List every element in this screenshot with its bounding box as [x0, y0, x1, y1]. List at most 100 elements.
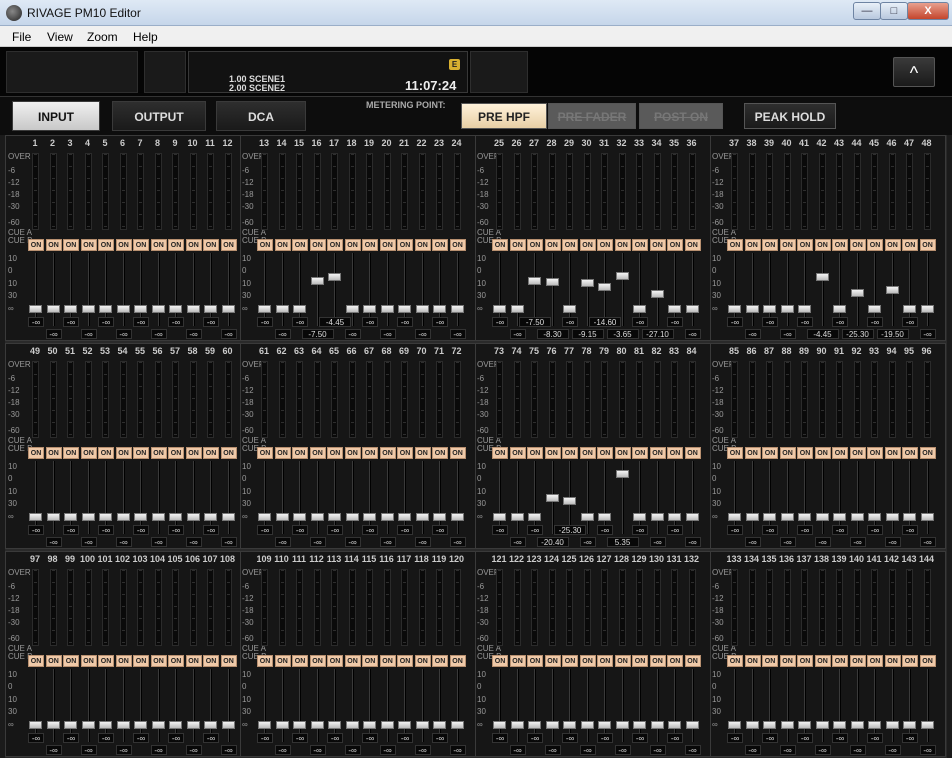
fader-knob[interactable]: [293, 513, 306, 521]
on-button[interactable]: ON: [185, 239, 202, 251]
on-button[interactable]: ON: [492, 447, 508, 459]
on-button[interactable]: ON: [562, 447, 578, 459]
on-button[interactable]: ON: [902, 655, 918, 667]
tab-dca[interactable]: DCA: [216, 101, 306, 131]
fader-knob[interactable]: [745, 721, 759, 729]
fader-knob[interactable]: [850, 513, 864, 521]
on-button[interactable]: ON: [492, 655, 508, 667]
on-button[interactable]: ON: [362, 655, 378, 667]
on-button[interactable]: ON: [432, 239, 448, 251]
on-button[interactable]: ON: [544, 447, 561, 459]
on-button[interactable]: ON: [133, 447, 149, 459]
on-button[interactable]: ON: [133, 655, 149, 667]
fader-knob[interactable]: [186, 513, 200, 521]
fader-knob[interactable]: [745, 305, 759, 313]
on-button[interactable]: ON: [814, 447, 831, 459]
fader-knob[interactable]: [868, 513, 881, 521]
on-button[interactable]: ON: [98, 655, 114, 667]
fader-knob[interactable]: [134, 513, 147, 521]
fader-knob[interactable]: [345, 721, 359, 729]
on-button[interactable]: ON: [884, 447, 901, 459]
fader-knob[interactable]: [415, 721, 429, 729]
peak-hold-button[interactable]: PEAK HOLD: [744, 103, 836, 129]
fader-knob[interactable]: [728, 305, 741, 313]
on-button[interactable]: ON: [814, 239, 831, 251]
fader-knob[interactable]: [545, 721, 559, 729]
fader-knob[interactable]: [885, 721, 899, 729]
on-button[interactable]: ON: [203, 447, 219, 459]
fader-knob[interactable]: [763, 305, 776, 313]
fader-knob[interactable]: [134, 305, 147, 313]
fader-knob[interactable]: [221, 305, 235, 313]
on-button[interactable]: ON: [727, 655, 743, 667]
on-button[interactable]: ON: [579, 655, 596, 667]
fader-knob[interactable]: [328, 721, 341, 729]
on-button[interactable]: ON: [597, 447, 613, 459]
post-on-button[interactable]: POST ON: [639, 103, 723, 129]
on-button[interactable]: ON: [98, 239, 114, 251]
fader-knob[interactable]: [116, 513, 130, 521]
on-button[interactable]: ON: [562, 239, 578, 251]
on-button[interactable]: ON: [867, 655, 883, 667]
on-button[interactable]: ON: [449, 655, 466, 667]
on-button[interactable]: ON: [414, 655, 431, 667]
on-button[interactable]: ON: [327, 655, 343, 667]
fader-knob[interactable]: [415, 513, 429, 521]
fader-knob[interactable]: [81, 721, 95, 729]
on-button[interactable]: ON: [80, 655, 97, 667]
pre-fader-button[interactable]: PRE FADER: [548, 103, 636, 129]
on-button[interactable]: ON: [797, 655, 813, 667]
fader-knob[interactable]: [850, 289, 864, 298]
fader-knob[interactable]: [433, 305, 446, 313]
on-button[interactable]: ON: [649, 239, 666, 251]
maximize-button[interactable]: □: [880, 2, 908, 20]
on-button[interactable]: ON: [80, 447, 97, 459]
on-button[interactable]: ON: [544, 655, 561, 667]
fader-knob[interactable]: [345, 513, 359, 521]
on-button[interactable]: ON: [762, 447, 778, 459]
on-button[interactable]: ON: [667, 447, 683, 459]
fader-knob[interactable]: [798, 721, 811, 729]
on-button[interactable]: ON: [115, 655, 132, 667]
on-button[interactable]: ON: [779, 239, 796, 251]
fader-knob[interactable]: [186, 721, 200, 729]
on-button[interactable]: ON: [203, 239, 219, 251]
fader-knob[interactable]: [169, 305, 182, 313]
menu-help[interactable]: Help: [133, 30, 158, 44]
fader-knob[interactable]: [134, 721, 147, 729]
on-button[interactable]: ON: [902, 239, 918, 251]
fader-knob[interactable]: [920, 305, 934, 313]
on-button[interactable]: ON: [344, 447, 361, 459]
on-button[interactable]: ON: [344, 239, 361, 251]
menu-file[interactable]: File: [12, 30, 31, 44]
close-button[interactable]: X: [907, 2, 949, 20]
on-button[interactable]: ON: [902, 447, 918, 459]
fader-knob[interactable]: [258, 305, 271, 313]
fader-knob[interactable]: [221, 513, 235, 521]
on-button[interactable]: ON: [274, 447, 291, 459]
fader-knob[interactable]: [528, 277, 541, 285]
scene-display[interactable]: E 1.00 SCENE1 2.00 SCENE2 11:07:24: [188, 51, 468, 93]
on-button[interactable]: ON: [832, 239, 848, 251]
fader-knob[interactable]: [633, 305, 646, 313]
fader-knob[interactable]: [685, 305, 699, 313]
fader-knob[interactable]: [398, 513, 411, 521]
fader-knob[interactable]: [728, 721, 741, 729]
fader-knob[interactable]: [186, 305, 200, 313]
on-button[interactable]: ON: [849, 655, 866, 667]
fader-knob[interactable]: [798, 513, 811, 521]
on-button[interactable]: ON: [292, 239, 308, 251]
fader-knob[interactable]: [868, 721, 881, 729]
fader-knob[interactable]: [258, 721, 271, 729]
fader-knob[interactable]: [780, 721, 794, 729]
fader-knob[interactable]: [450, 305, 464, 313]
fader-knob[interactable]: [221, 721, 235, 729]
fader-knob[interactable]: [833, 305, 846, 313]
on-button[interactable]: ON: [614, 655, 631, 667]
on-button[interactable]: ON: [544, 239, 561, 251]
fader-knob[interactable]: [650, 290, 664, 299]
fader-knob[interactable]: [258, 513, 271, 521]
fader-knob[interactable]: [293, 305, 306, 313]
on-button[interactable]: ON: [379, 447, 396, 459]
fader-knob[interactable]: [563, 305, 576, 313]
